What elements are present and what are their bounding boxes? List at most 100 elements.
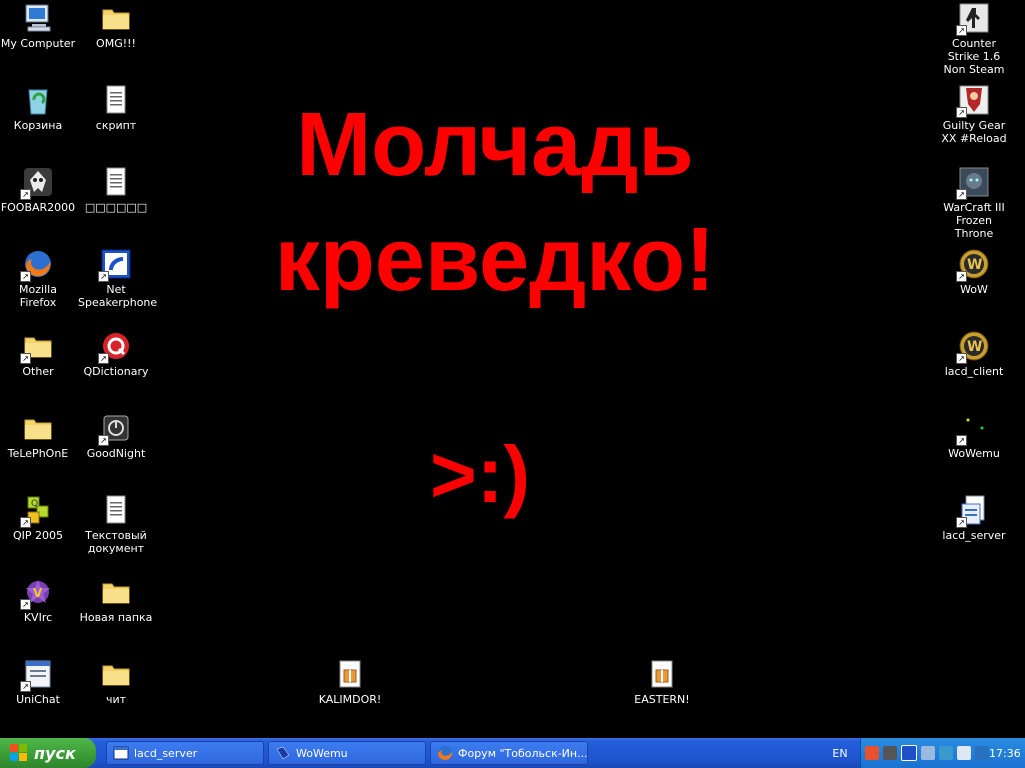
desktop-icon-cheat[interactable]: чит — [78, 658, 154, 706]
tray-volume-icon[interactable] — [957, 746, 971, 760]
desktop-icon-lacd-server[interactable]: ↗ lacd_server — [936, 494, 1012, 542]
icon-label: □□□□□□ — [84, 201, 148, 214]
wow-icon: W ↗ — [956, 330, 990, 364]
desktop-icon-counter-strike[interactable]: ↗ Counter Strike 1.6 Non Steam — [936, 2, 1012, 76]
desktop-icon-kalimdor[interactable]: KALIMDOR! — [312, 658, 388, 706]
archive-icon — [646, 658, 678, 690]
svg-text:Q: Q — [31, 499, 38, 509]
desktop-icon-firefox[interactable]: ↗ Mozilla Firefox — [0, 248, 76, 309]
guilty-gear-icon: ↗ — [956, 84, 990, 118]
kvirc-icon: V ↗ — [20, 576, 54, 610]
taskbar: пуск lacd_server WoWemu Форум "Тобольск-… — [0, 738, 1025, 768]
shortcut-arrow-icon: ↗ — [956, 435, 967, 446]
shortcut-arrow-icon: ↗ — [956, 107, 967, 118]
start-label: пуск — [34, 743, 76, 763]
tray-shield-icon[interactable] — [939, 746, 953, 760]
shortcut-arrow-icon: ↗ — [20, 271, 31, 282]
unichat-icon: ↗ — [20, 658, 54, 692]
icon-label: WarCraft III Frozen Throne — [943, 201, 1005, 240]
folder-icon: ↗ — [20, 330, 54, 364]
language-indicator[interactable]: EN — [826, 741, 854, 765]
folder-icon — [100, 2, 132, 34]
desktop-icon-text-document[interactable]: Текстовый документ — [78, 494, 154, 555]
wallpaper-smile: >:) — [430, 430, 530, 519]
desktop-icon-recycle-bin[interactable]: Корзина — [0, 84, 76, 132]
system-tray: 17:36 — [860, 738, 1025, 768]
icon-label: Net Speakerphone — [78, 283, 158, 309]
desktop-icon-foobar[interactable]: ↗ FOOBAR2000 — [0, 166, 76, 214]
shortcut-arrow-icon: ↗ — [20, 681, 31, 692]
desktop-icon-unreadable-name[interactable]: □□□□□□ — [78, 166, 154, 214]
desktop-icon-net-speakerphone[interactable]: ↗ Net Speakerphone — [78, 248, 158, 309]
folder-icon — [22, 412, 54, 444]
firefox-icon: ↗ — [20, 248, 54, 282]
tray-app-icon[interactable] — [865, 746, 879, 760]
shortcut-arrow-icon: ↗ — [956, 271, 967, 282]
svg-text:W: W — [967, 257, 982, 273]
desktop-icon-new-folder[interactable]: Новая папка — [78, 576, 154, 624]
shortcut-arrow-icon: ↗ — [956, 517, 967, 528]
tray-network-icon[interactable] — [921, 746, 935, 760]
desktop-icon-wowemu[interactable]: ↗ WoWemu — [936, 412, 1012, 460]
desktop-icon-qip[interactable]: Q ↗ QIP 2005 — [0, 494, 76, 542]
desktop-icon-lacd-client[interactable]: W ↗ lacd_client — [936, 330, 1012, 378]
icon-label: EASTERN! — [634, 693, 690, 706]
shortcut-arrow-icon: ↗ — [956, 189, 967, 200]
text-document-icon — [100, 84, 132, 116]
desktop-icon-goodnight[interactable]: ↗ GoodNight — [78, 412, 154, 460]
tray-lang-bar-icon[interactable] — [975, 746, 989, 760]
icon-label: My Computer — [0, 37, 76, 50]
desktop-icon-kvirc[interactable]: V ↗ KVIrc — [0, 576, 76, 624]
firefox-icon — [437, 745, 453, 761]
icon-label: UniChat — [16, 693, 60, 706]
desktop-icon-telephone[interactable]: TeLePhOnE — [0, 412, 76, 460]
desktop-icon-warcraft[interactable]: ↗ WarCraft III Frozen Throne — [936, 166, 1012, 240]
icon-label: Текстовый документ — [85, 529, 147, 555]
shortcut-arrow-icon: ↗ — [956, 25, 967, 36]
counter-strike-icon: ↗ — [956, 2, 990, 36]
text-document-icon — [100, 494, 132, 526]
icon-label: WoWemu — [948, 447, 1000, 460]
taskbar-item-label: Форум "Тобольск-Ин... — [458, 746, 588, 760]
start-button[interactable]: пуск — [0, 738, 96, 768]
tray-foobar-icon[interactable] — [883, 746, 897, 760]
icon-label: TeLePhOnE — [7, 447, 69, 460]
shortcut-arrow-icon: ↗ — [98, 271, 109, 282]
taskbar-item-wowemu[interactable]: WoWemu — [268, 741, 426, 765]
warcraft-icon: ↗ — [956, 166, 990, 200]
recycle-bin-icon — [22, 84, 54, 116]
desktop[interactable]: Молчадь креведко! >:) My Computer Корзин… — [0, 0, 1025, 738]
taskbar-item-lacd-server[interactable]: lacd_server — [106, 741, 264, 765]
desktop-icon-qdictionary[interactable]: ↗ QDictionary — [78, 330, 154, 378]
wallpaper-line-2: креведко! — [274, 210, 716, 310]
windows-logo-icon — [10, 744, 28, 762]
desktop-icon-wow[interactable]: W ↗ WoW — [936, 248, 1012, 296]
icon-label: Mozilla Firefox — [19, 283, 57, 309]
icon-label: GoodNight — [86, 447, 146, 460]
folder-icon — [100, 576, 132, 608]
folder-icon — [100, 658, 132, 690]
qdictionary-icon: ↗ — [98, 330, 132, 364]
icon-label: Guilty Gear XX #Reload — [941, 119, 1007, 145]
icon-label: Новая папка — [79, 611, 153, 624]
wowemu-icon: ↗ — [956, 412, 990, 446]
shortcut-arrow-icon: ↗ — [98, 353, 109, 364]
icon-label: FOOBAR2000 — [0, 201, 76, 214]
desktop-icon-other[interactable]: ↗ Other — [0, 330, 76, 378]
desktop-icon-omg[interactable]: OMG!!! — [78, 2, 154, 50]
desktop-icon-guilty-gear[interactable]: ↗ Guilty Gear XX #Reload — [936, 84, 1012, 145]
desktop-icon-unichat[interactable]: ↗ UniChat — [0, 658, 76, 706]
desktop-icon-eastern[interactable]: EASTERN! — [624, 658, 700, 706]
desktop-icon-script[interactable]: скрипт — [78, 84, 154, 132]
server-icon: ↗ — [956, 494, 990, 528]
qip-icon: Q ↗ — [20, 494, 54, 528]
svg-text:V: V — [33, 586, 43, 600]
icon-label: lacd_client — [944, 365, 1004, 378]
tray-speakerphone-icon[interactable] — [901, 745, 917, 761]
taskbar-item-label: WoWemu — [296, 746, 348, 760]
taskbar-item-firefox-forum[interactable]: Форум "Тобольск-Ин... — [430, 741, 588, 765]
clock[interactable]: 17:36 — [989, 747, 1021, 760]
icon-label: Other — [22, 365, 54, 378]
icon-label: Counter Strike 1.6 Non Steam — [943, 37, 1005, 76]
desktop-icon-my-computer[interactable]: My Computer — [0, 2, 76, 50]
